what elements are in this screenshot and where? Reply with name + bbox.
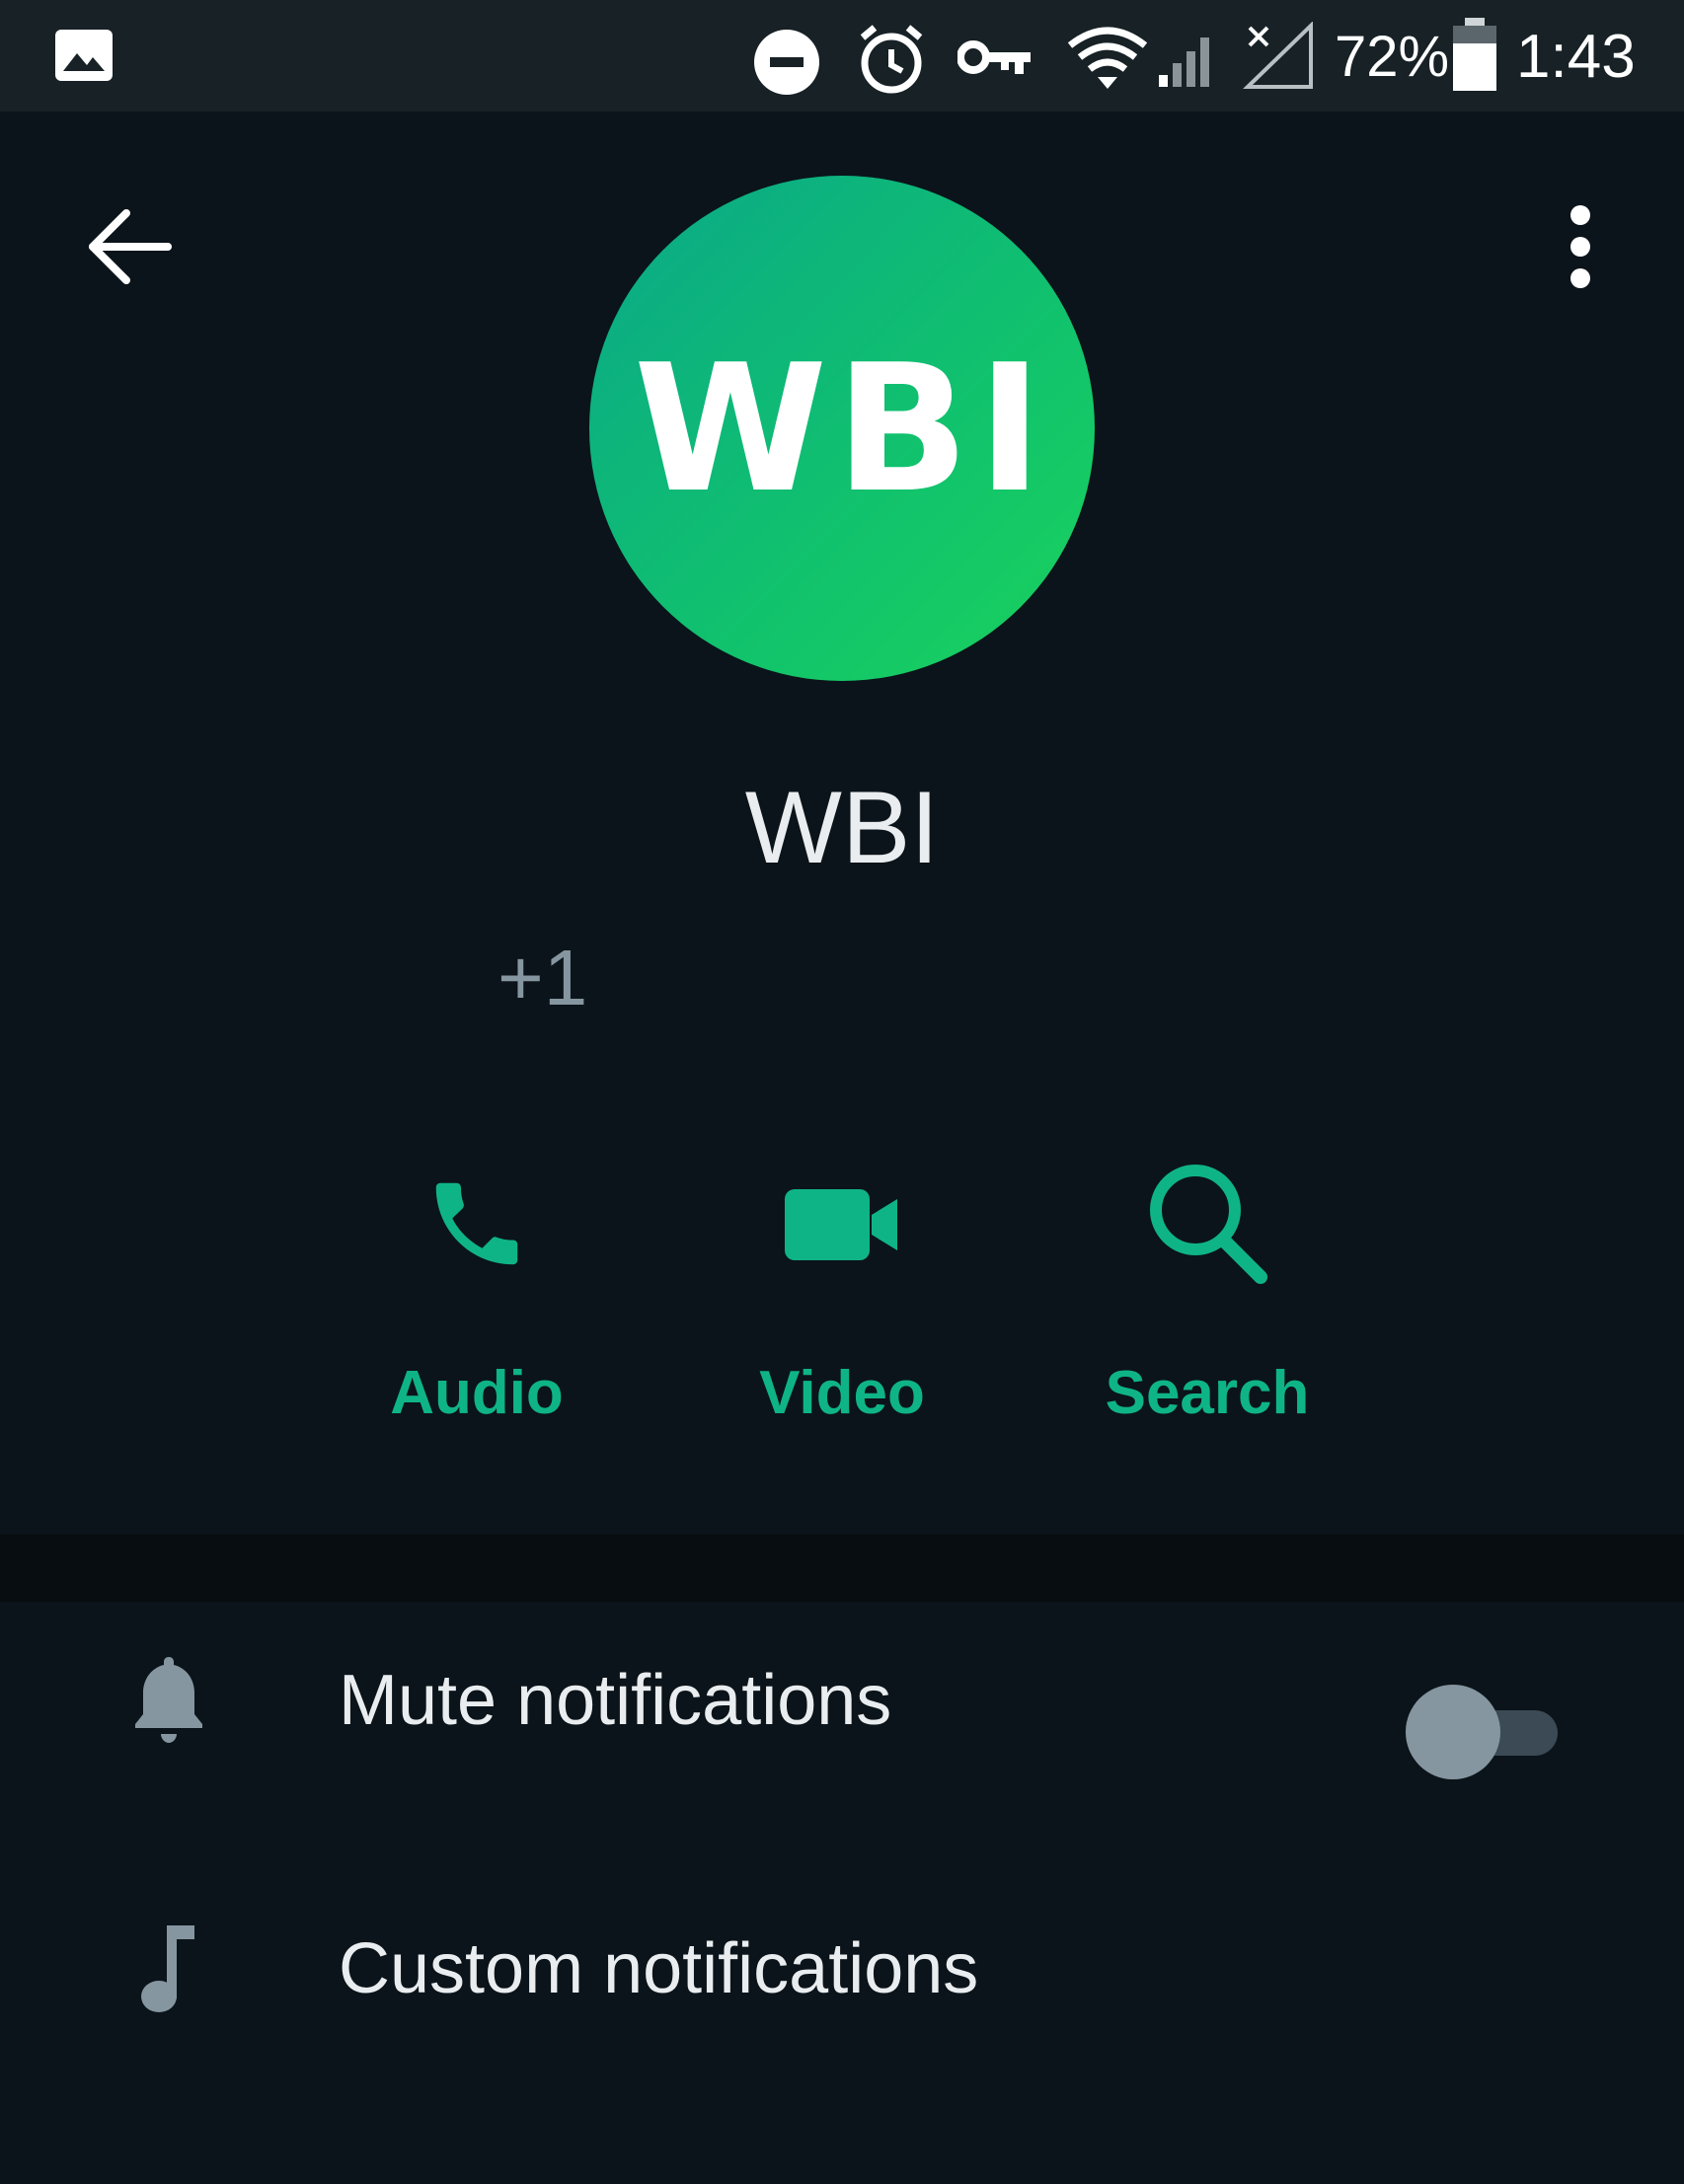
arrow-left-icon [89, 209, 172, 284]
bell-icon [124, 1602, 213, 1799]
video-call-button[interactable]: Video [719, 1145, 965, 1428]
clock: 1:43 [1516, 23, 1636, 91]
section-divider [0, 1535, 1684, 1602]
no-signal-icon [1242, 21, 1315, 96]
search-label: Search [1105, 1359, 1310, 1427]
vpn-key-icon [957, 38, 1033, 82]
video-camera-icon [719, 1145, 965, 1303]
video-label: Video [759, 1359, 925, 1427]
search-icon [1084, 1145, 1331, 1303]
avatar[interactable]: WBI [589, 176, 1095, 681]
alarm-icon [857, 22, 926, 102]
toggle-thumb [1406, 1685, 1500, 1779]
more-options-button[interactable] [1546, 197, 1615, 296]
music-note-icon [124, 1870, 213, 2068]
avatar-logo-text: WBI [633, 326, 1051, 531]
battery-percent: 72% [1335, 25, 1450, 89]
do-not-disturb-icon [752, 28, 821, 102]
phone-icon [353, 1145, 600, 1303]
more-vertical-icon [1570, 205, 1590, 288]
custom-notifications-row[interactable]: Custom notifications [0, 1870, 1684, 2068]
wifi-icon [1066, 24, 1149, 96]
battery-icon [1451, 18, 1498, 98]
status-bar: 72% 1:43 [0, 0, 1684, 112]
contact-phone[interactable]: +1 [498, 933, 587, 1023]
audio-call-button[interactable]: Audio [353, 1145, 600, 1428]
cell-signal-icon [1155, 26, 1222, 94]
back-button[interactable] [81, 197, 180, 296]
gallery-icon [53, 28, 115, 88]
search-button[interactable]: Search [1084, 1145, 1331, 1428]
mute-notifications-label: Mute notifications [339, 1661, 892, 1740]
contact-name: WBI [744, 771, 940, 885]
mute-notifications-toggle[interactable] [1406, 1685, 1558, 1779]
custom-notifications-label: Custom notifications [339, 1929, 979, 2008]
audio-label: Audio [390, 1359, 564, 1427]
